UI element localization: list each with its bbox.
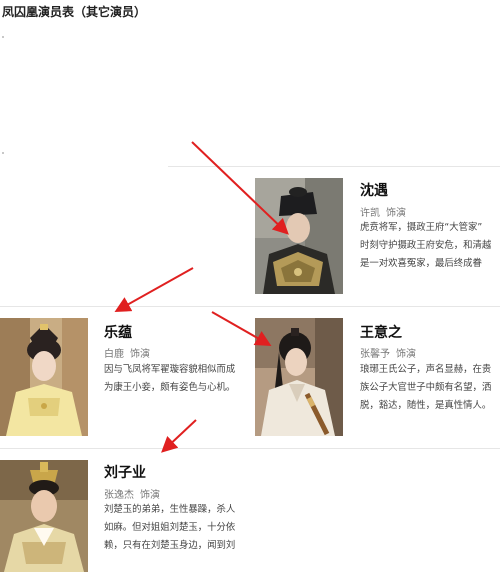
actor-name[interactable]: 张馨予 — [360, 349, 390, 360]
cast-photo-leyun[interactable] — [0, 318, 88, 436]
cast-photo-liuziye[interactable] — [0, 460, 88, 572]
actor-name[interactable]: 张逸杰 — [104, 490, 134, 501]
divider — [0, 306, 500, 307]
desc-line: 因与飞凤将军翟璇容貌相似而成 — [104, 364, 236, 375]
desc-line: 是一对欢喜冤家，最后终成眷 — [360, 258, 482, 269]
role-tag: 饰演 — [130, 349, 150, 360]
cast-photo-wangyizhi[interactable] — [255, 318, 343, 436]
character-description: 因与飞凤将军翟璇容貌相似而成 为康王小妾，颇有姿色与心机。 — [104, 361, 254, 397]
character-description: 虎贲将军，摄政王府“大管家” 时刻守护摄政王府安危，和清越 是一对欢喜冤家，最后… — [360, 219, 500, 273]
role-tag: 饰演 — [396, 349, 416, 360]
edge-dot — [2, 152, 4, 154]
character-name[interactable]: 王意之 — [360, 322, 402, 342]
desc-line: 刘楚玉的弟弟，生性暴躁，杀人 — [104, 504, 236, 515]
portrait-image — [255, 178, 343, 294]
desc-line: 虎贲将军，摄政王府“大管家” — [360, 222, 483, 233]
desc-line: 如麻。但对姐姐刘楚玉，十分依 — [104, 522, 236, 533]
role-tag: 饰演 — [386, 208, 406, 219]
portrait-image — [255, 318, 343, 436]
edge-dot — [2, 36, 4, 38]
actor-line: 张馨予 饰演 — [360, 345, 416, 360]
actor-line: 张逸杰 饰演 — [104, 486, 160, 501]
arrow-to-leyun-icon — [114, 267, 194, 312]
character-name[interactable]: 沈遇 — [360, 180, 388, 200]
character-name[interactable]: 乐蕴 — [104, 322, 132, 342]
character-name[interactable]: 刘子业 — [104, 462, 146, 482]
actor-line: 许凯 饰演 — [360, 204, 406, 219]
desc-line: 时刻守护摄政王府安危，和清越 — [360, 240, 492, 251]
divider — [168, 166, 500, 167]
actor-name[interactable]: 许凯 — [360, 208, 380, 219]
actor-name[interactable]: 白鹿 — [104, 349, 124, 360]
desc-line: 脱，豁达，随性，是真性情人。 — [360, 400, 492, 411]
portrait-image — [0, 318, 88, 436]
cast-photo-shenyu[interactable] — [255, 178, 343, 294]
divider — [0, 448, 500, 449]
desc-line: 族公子大官世子中颇有名望，洒 — [360, 382, 492, 393]
character-description: 琅琊王氏公子，声名显赫，在贵 族公子大官世子中颇有名望，洒 脱，豁达，随性，是真… — [360, 361, 500, 415]
actor-line: 白鹿 饰演 — [104, 345, 150, 360]
character-description: 刘楚玉的弟弟，生性暴躁，杀人 如麻。但对姐姐刘楚玉，十分依 赖，只有在刘楚玉身边… — [104, 501, 254, 555]
portrait-image — [0, 460, 88, 572]
desc-line: 琅琊王氏公子，声名显赫，在贵 — [360, 364, 492, 375]
desc-line: 为康王小妾，颇有姿色与心机。 — [104, 382, 236, 393]
arrow-to-liuziye-icon — [161, 419, 197, 453]
page-title: 凤囚凰演员表（其它演员） — [2, 5, 147, 19]
desc-line: 赖，只有在刘楚玉身边，闻到刘 — [104, 540, 236, 551]
role-tag: 饰演 — [140, 490, 160, 501]
